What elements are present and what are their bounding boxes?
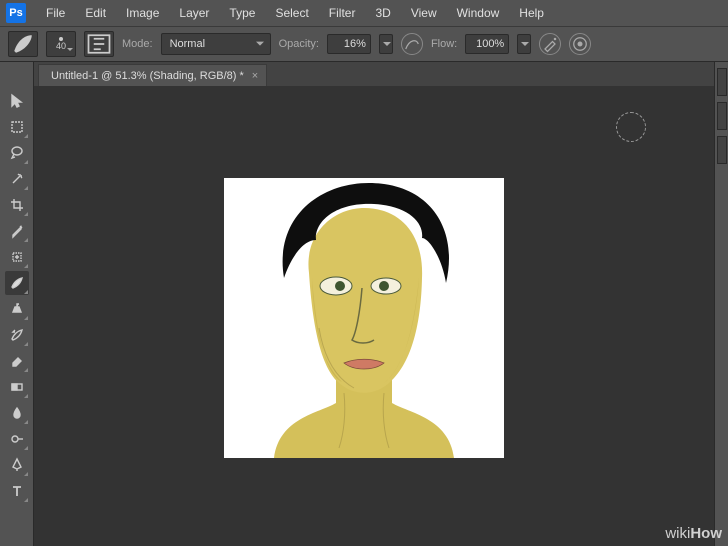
menu-3d[interactable]: 3D: [365, 2, 400, 24]
brush-tool[interactable]: [5, 271, 29, 295]
magic-wand-tool[interactable]: [5, 167, 29, 191]
opacity-pressure-toggle[interactable]: [401, 33, 423, 55]
options-bar: 40 Mode: Normal Opacity: 16% Flow: 100%: [0, 26, 728, 62]
healing-brush-tool[interactable]: [5, 245, 29, 269]
flow-input[interactable]: 100%: [465, 34, 509, 54]
document-content: [224, 178, 504, 458]
menu-select[interactable]: Select: [265, 2, 318, 24]
opacity-slider-toggle[interactable]: [379, 34, 393, 54]
eraser-tool[interactable]: [5, 349, 29, 373]
right-panel-dock: [714, 62, 728, 546]
blend-mode-dropdown[interactable]: Normal: [161, 33, 271, 55]
brush-preset-picker[interactable]: 40: [46, 31, 76, 57]
size-pressure-toggle[interactable]: [569, 33, 591, 55]
lasso-tool[interactable]: [5, 141, 29, 165]
menu-bar: Ps File Edit Image Layer Type Select Fil…: [0, 0, 728, 26]
pen-tool[interactable]: [5, 453, 29, 477]
menu-view[interactable]: View: [401, 2, 447, 24]
collapsed-panel[interactable]: [717, 136, 727, 164]
clone-stamp-tool[interactable]: [5, 297, 29, 321]
collapsed-panel[interactable]: [717, 102, 727, 130]
blur-tool[interactable]: [5, 401, 29, 425]
watermark: wikiHow: [665, 525, 722, 542]
airbrush-toggle[interactable]: [539, 33, 561, 55]
eyedropper-tool[interactable]: [5, 219, 29, 243]
marquee-tool[interactable]: [5, 115, 29, 139]
gradient-tool[interactable]: [5, 375, 29, 399]
blend-mode-value: Normal: [170, 38, 205, 50]
brush-cursor-icon: [616, 112, 646, 142]
brush-panel-toggle[interactable]: [84, 31, 114, 57]
watermark-text-a: wiki: [665, 525, 690, 542]
menu-filter[interactable]: Filter: [319, 2, 366, 24]
type-tool[interactable]: [5, 479, 29, 503]
crop-tool[interactable]: [5, 193, 29, 217]
tool-preset-picker[interactable]: [8, 31, 38, 57]
canvas-area[interactable]: [34, 86, 714, 546]
artboard[interactable]: [224, 178, 504, 458]
menu-layer[interactable]: Layer: [169, 2, 219, 24]
document-tab-title: Untitled-1 @ 51.3% (Shading, RGB/8) *: [51, 70, 244, 82]
app-logo: Ps: [6, 3, 26, 23]
mode-label: Mode:: [122, 38, 153, 50]
move-tool[interactable]: [5, 89, 29, 113]
flow-label: Flow:: [431, 38, 457, 50]
watermark-text-b: How: [690, 525, 722, 542]
menu-edit[interactable]: Edit: [75, 2, 116, 24]
document-tab[interactable]: Untitled-1 @ 51.3% (Shading, RGB/8) * ×: [38, 64, 267, 86]
toolbox: [0, 62, 34, 546]
menu-type[interactable]: Type: [219, 2, 265, 24]
opacity-label: Opacity:: [279, 38, 319, 50]
brush-size-value: 40: [56, 42, 66, 51]
flow-slider-toggle[interactable]: [517, 34, 531, 54]
opacity-input[interactable]: 16%: [327, 34, 371, 54]
menu-help[interactable]: Help: [509, 2, 554, 24]
menu-window[interactable]: Window: [447, 2, 510, 24]
collapsed-panel[interactable]: [717, 68, 727, 96]
dodge-tool[interactable]: [5, 427, 29, 451]
history-brush-tool[interactable]: [5, 323, 29, 347]
close-tab-icon[interactable]: ×: [252, 70, 258, 82]
menu-file[interactable]: File: [36, 2, 75, 24]
menu-image[interactable]: Image: [116, 2, 169, 24]
document-tab-bar: Untitled-1 @ 51.3% (Shading, RGB/8) * ×: [0, 62, 728, 86]
